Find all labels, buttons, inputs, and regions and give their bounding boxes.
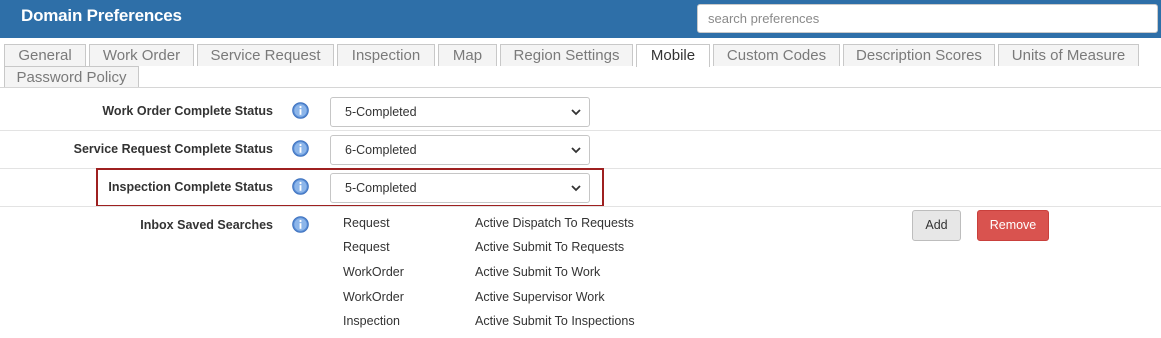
info-icon[interactable]: [292, 216, 309, 233]
row-divider: [0, 130, 1161, 131]
tab-units-of-measure[interactable]: Units of Measure: [998, 44, 1139, 66]
tab-description-scores[interactable]: Description Scores: [843, 44, 995, 66]
work-order-status-select[interactable]: 5-Completed: [330, 97, 590, 127]
saved-search-name: Active Supervisor Work: [475, 290, 605, 304]
saved-search-name: Active Dispatch To Requests: [475, 216, 634, 230]
tab-service-request[interactable]: Service Request: [197, 44, 334, 66]
work-order-status-value: 5-Completed: [345, 105, 417, 119]
saved-search-type: Request: [343, 240, 390, 254]
search-input[interactable]: [697, 4, 1158, 33]
highlight-box: [96, 168, 604, 207]
info-icon[interactable]: [292, 140, 309, 157]
header-bar: Domain Preferences: [0, 0, 1161, 38]
tab-general[interactable]: General: [4, 44, 86, 66]
info-icon[interactable]: [292, 102, 309, 119]
service-request-status-label: Service Request Complete Status: [73, 142, 273, 156]
tab-bar: General Work Order Service Request Inspe…: [0, 44, 1161, 88]
chevron-down-icon: [571, 147, 581, 154]
saved-search-type: WorkOrder: [343, 290, 404, 304]
tabs-divider: [0, 87, 1161, 88]
service-request-status-select[interactable]: 6-Completed: [330, 135, 590, 165]
saved-search-type: WorkOrder: [343, 265, 404, 279]
saved-search-name: Active Submit To Requests: [475, 240, 625, 254]
chevron-down-icon: [571, 109, 581, 116]
tab-map[interactable]: Map: [438, 44, 497, 66]
saved-search-name: Active Submit To Work: [475, 265, 601, 279]
add-button[interactable]: Add: [912, 210, 961, 241]
remove-button[interactable]: Remove: [977, 210, 1049, 241]
tab-region-settings[interactable]: Region Settings: [500, 44, 633, 66]
tab-password-policy[interactable]: Password Policy: [4, 66, 139, 88]
tab-inspection[interactable]: Inspection: [337, 44, 435, 66]
tab-mobile[interactable]: Mobile: [636, 44, 710, 67]
service-request-status-value: 6-Completed: [345, 143, 417, 157]
inbox-saved-searches-label: Inbox Saved Searches: [140, 218, 273, 232]
tab-custom-codes[interactable]: Custom Codes: [713, 44, 840, 66]
row-divider: [0, 206, 1161, 207]
saved-search-type: Inspection: [343, 314, 400, 328]
saved-search-type: Request: [343, 216, 390, 230]
tab-work-order[interactable]: Work Order: [89, 44, 194, 66]
work-order-status-label: Work Order Complete Status: [102, 104, 273, 118]
saved-search-name: Active Submit To Inspections: [475, 314, 635, 328]
page-title: Domain Preferences: [21, 6, 182, 25]
